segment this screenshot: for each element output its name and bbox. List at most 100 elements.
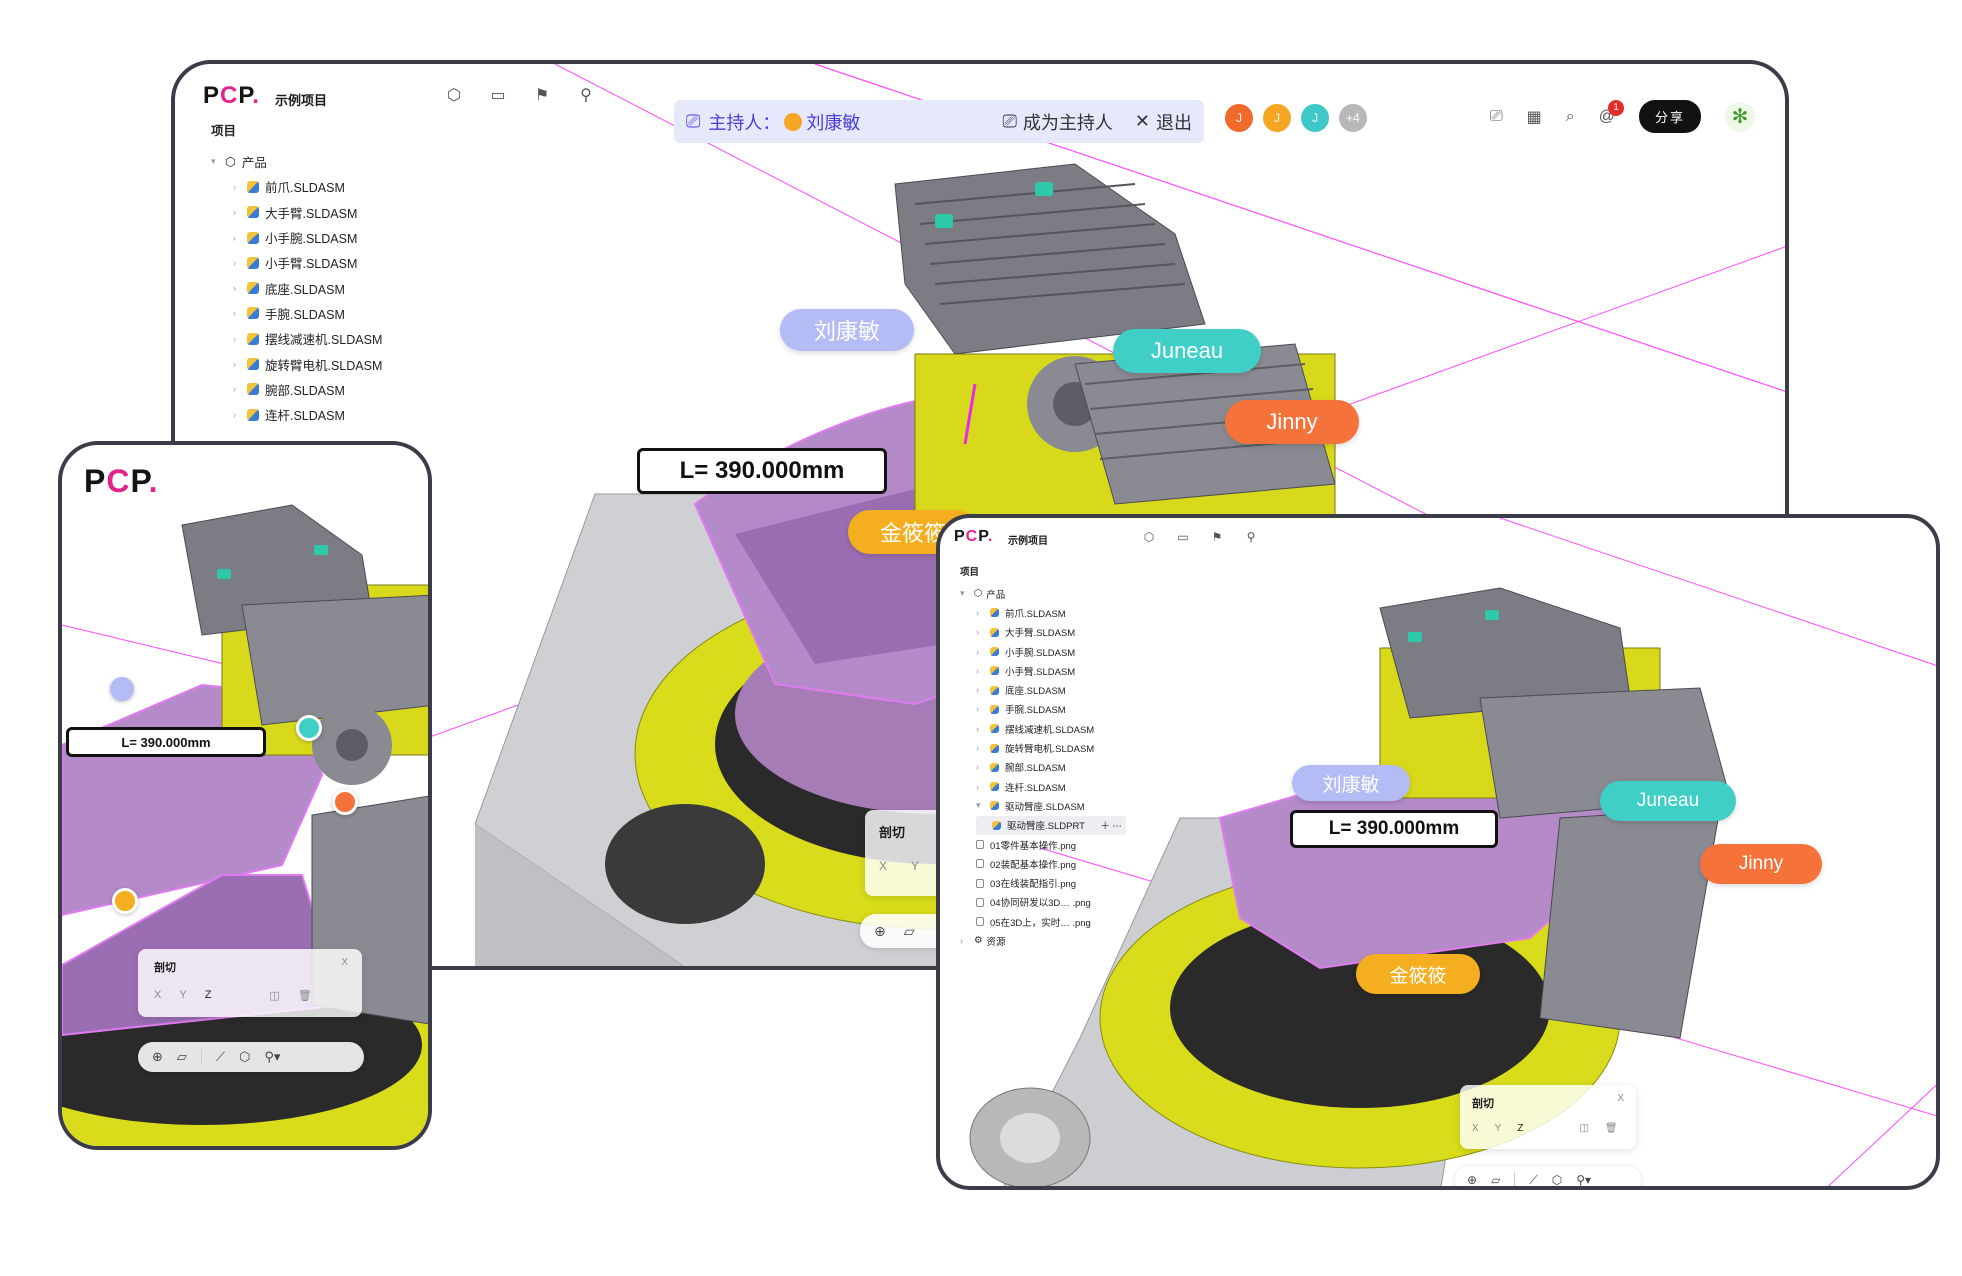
cube-icon[interactable]: ⬡ <box>239 1049 250 1065</box>
close-icon: ✕ <box>1134 111 1150 131</box>
flag-icon[interactable]: ⚑ <box>533 86 551 104</box>
image-file-icon <box>976 897 984 907</box>
axis-x-button[interactable]: X <box>154 989 161 1002</box>
tree-file[interactable]: 03在线装配指引.png <box>976 873 1126 892</box>
cursor-tag-liu: 刘康敏 <box>1292 765 1410 801</box>
tree-item[interactable]: › 大手臂.SLDASM <box>976 623 1126 642</box>
cube-icon[interactable]: ⬡ <box>445 86 463 104</box>
flag-icon[interactable]: ⚑ <box>1208 528 1226 546</box>
tree-item[interactable]: › 旋转臂电机.SLDASM <box>233 351 382 376</box>
tree-item[interactable]: › 小手腕.SLDASM <box>233 225 382 250</box>
axis-y-button[interactable]: Y <box>179 989 186 1002</box>
part-icon <box>992 820 1001 830</box>
leaf-icon[interactable]: ✻ <box>1725 101 1755 132</box>
add-icon[interactable]: ＋ ⋯ <box>1100 818 1122 832</box>
axis-x-button[interactable]: X <box>1472 1123 1479 1134</box>
tree-item[interactable]: › 摆线减速机.SLDASM <box>233 326 382 351</box>
search-icon[interactable]: ⌕ <box>1566 108 1575 126</box>
grid-icon[interactable]: ▦ <box>1527 107 1542 127</box>
tree-item[interactable]: › 小手臂.SLDASM <box>233 250 382 275</box>
cursor-tag-jinny: Jinny <box>1225 400 1359 444</box>
bulb-icon[interactable]: ⚲ <box>1242 528 1260 546</box>
project-tree: 项目 ▾ ⬡ 产品 › 前爪.SLDASM › 大手臂.SLDASM › 小手腕.SLDA… <box>211 120 382 427</box>
close-icon[interactable]: X <box>341 957 348 968</box>
tree-item[interactable]: › 腕部.SLDASM <box>233 377 382 402</box>
tree-item[interactable]: › 摆线减速机.SLDASM <box>976 719 1126 738</box>
pcp-logo: PCP. <box>954 528 994 545</box>
assembly-icon <box>247 180 259 193</box>
axis-z-button[interactable]: Z <box>1517 1123 1523 1134</box>
image-file-icon <box>976 840 984 849</box>
tree-file[interactable]: 05在3D上，实时… .png <box>976 912 1126 931</box>
bulb-icon[interactable]: ⚲▾ <box>1576 1173 1591 1186</box>
tree-item[interactable]: › 手腕.SLDASM <box>976 700 1126 719</box>
notification-badge: 1 <box>1607 99 1624 116</box>
cursor-dot-liu <box>110 677 134 701</box>
orbit-icon[interactable]: ⊕ <box>874 923 886 940</box>
avatar[interactable]: J <box>1261 102 1293 134</box>
project-tree: 项目 ▾ ⬡ 产品 › 前爪.SLDASM › 大手臂.SLDASM › 小手腕.SLDA… <box>960 564 1126 951</box>
tree-item[interactable]: › 小手腕.SLDASM <box>976 642 1126 661</box>
present-icon[interactable]: ⎚ <box>1490 108 1503 126</box>
at-icon[interactable]: @1 <box>1599 99 1624 126</box>
tree-item[interactable]: › 连杆.SLDASM <box>233 402 382 427</box>
tree-item[interactable]: › 底座.SLDASM <box>233 275 382 300</box>
delete-icon[interactable]: 🗑 <box>1605 1123 1618 1134</box>
axis-z-button[interactable]: Z <box>205 989 212 1002</box>
tree-item-selected[interactable]: 驱动臂座.SLDPRT ＋ ⋯ <box>976 815 1126 835</box>
exit-button[interactable]: ✕ 退出 <box>1135 109 1192 135</box>
measurement-label: L= 390.000mm <box>637 448 887 494</box>
comment-icon[interactable]: ▭ <box>489 86 507 104</box>
avatar-more[interactable]: +4 <box>1337 102 1369 134</box>
tree-item[interactable]: › 前爪.SLDASM <box>233 174 382 199</box>
tree-item[interactable]: › 小手臂.SLDASM <box>976 661 1126 680</box>
orbit-icon[interactable]: ⊕ <box>1467 1173 1477 1186</box>
measure-icon[interactable]: ⟋ <box>216 1049 225 1065</box>
avatar[interactable]: J <box>1299 102 1331 134</box>
tree-item[interactable]: › 底座.SLDASM <box>976 680 1126 699</box>
section-title: 剖切 <box>1472 1098 1494 1110</box>
bulb-icon[interactable]: ⚲▾ <box>264 1049 280 1065</box>
present-icon: ⎚ <box>686 111 701 131</box>
tree-item[interactable]: › 腕部.SLDASM <box>976 758 1126 777</box>
comment-icon[interactable]: ▭ <box>1174 528 1192 546</box>
assembly-icon <box>247 256 259 269</box>
axis-x-button[interactable]: X <box>879 859 887 873</box>
measure-icon[interactable]: ⟋ <box>1529 1173 1537 1187</box>
tree-root[interactable]: ▾ ⬡ 产品 <box>960 584 1126 603</box>
tree-root[interactable]: ▾ ⬡ 产品 <box>211 149 382 174</box>
flip-icon[interactable]: ◫ <box>269 989 279 1002</box>
cursor-tag-juneau: Juneau <box>1600 781 1736 821</box>
tree-item[interactable]: › 大手臂.SLDASM <box>233 200 382 225</box>
avatar[interactable]: J <box>1223 102 1255 134</box>
tree-item[interactable]: › 手腕.SLDASM <box>233 301 382 326</box>
tree-item[interactable]: › 前爪.SLDASM <box>976 603 1126 622</box>
section-icon[interactable]: ▱ <box>177 1049 187 1065</box>
flip-icon[interactable]: ◫ <box>1579 1123 1588 1134</box>
axis-y-button[interactable]: Y <box>911 859 919 873</box>
top-toolbar: ⬡ ▭ ⚑ ⚲ <box>1140 528 1260 546</box>
section-icon[interactable]: ▱ <box>904 923 915 940</box>
tree-item[interactable]: › 连杆.SLDASM <box>976 777 1126 796</box>
orbit-icon[interactable]: ⊕ <box>152 1049 163 1065</box>
tree-file[interactable]: 02装配基本操作.png <box>976 854 1126 873</box>
section-icon[interactable]: ▱ <box>1491 1173 1500 1186</box>
assembly-icon <box>990 627 999 637</box>
tree-file[interactable]: 01零件基本操作.png <box>976 835 1126 854</box>
section-title: 剖切 <box>154 962 176 974</box>
bulb-icon[interactable]: ⚲ <box>577 86 595 104</box>
tree-item-expanded[interactable]: ▾ 驱动臂座.SLDASM <box>976 796 1126 815</box>
tree-file[interactable]: 04协同研发以3D… .png <box>976 893 1126 912</box>
delete-icon[interactable]: 🗑 <box>298 989 312 1002</box>
close-icon[interactable]: X <box>1617 1093 1624 1104</box>
cube-icon[interactable]: ⬡ <box>1140 528 1158 546</box>
tree-item[interactable]: › 旋转臂电机.SLDASM <box>976 738 1126 757</box>
axis-y-button[interactable]: Y <box>1495 1123 1502 1134</box>
assembly-icon <box>247 383 259 396</box>
assembly-icon <box>990 724 999 734</box>
share-button[interactable]: 分享 <box>1638 100 1701 133</box>
become-host-button[interactable]: ⎚ 成为主持人 <box>1003 109 1113 135</box>
assembly-icon <box>990 782 999 792</box>
tree-resources[interactable]: › ⚙ 资源 <box>960 931 1126 950</box>
cube-icon[interactable]: ⬡ <box>1552 1173 1562 1186</box>
